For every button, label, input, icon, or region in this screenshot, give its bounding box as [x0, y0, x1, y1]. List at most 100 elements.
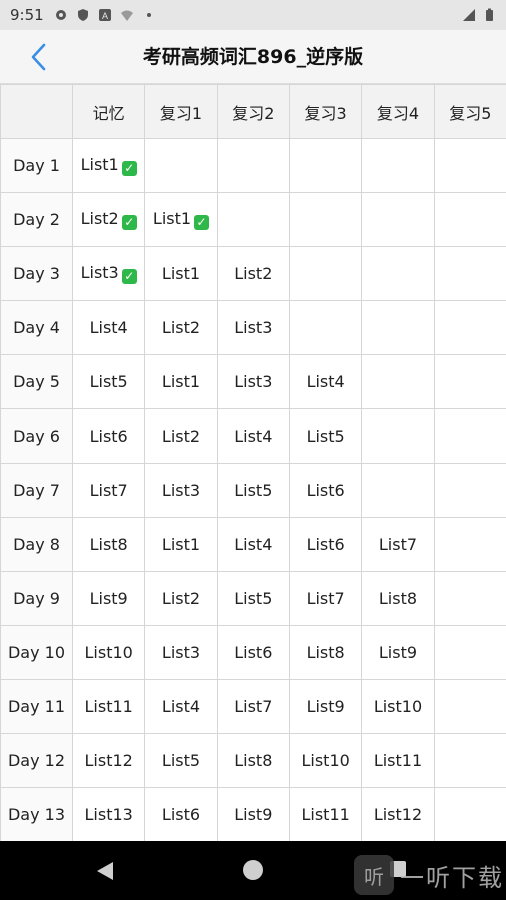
schedule-cell[interactable]: List1 ✓	[144, 192, 218, 248]
schedule-cell[interactable]: List4	[71, 300, 146, 356]
schedule-cell[interactable]: List2	[144, 408, 218, 464]
schedule-cell[interactable]: List6	[288, 516, 363, 572]
schedule-cell	[288, 192, 363, 248]
nav-home-icon[interactable]	[243, 860, 263, 880]
schedule-cell[interactable]: List7	[288, 570, 363, 626]
cell-list-label: List3	[234, 318, 273, 338]
cell-list-label: List4	[234, 426, 273, 446]
cell-list-label: List6	[234, 642, 273, 662]
schedule-cell[interactable]: List7	[71, 462, 146, 518]
schedule-cell[interactable]: List4	[288, 354, 363, 410]
schedule-cell[interactable]: List9	[361, 624, 435, 680]
schedule-cell[interactable]: List8	[361, 570, 435, 626]
schedule-cell	[216, 192, 290, 248]
cell-list-label: List11	[84, 696, 133, 716]
table-row: Day 4 List4 List2 List3	[0, 300, 506, 356]
schedule-cell[interactable]: List10	[288, 733, 363, 789]
day-label: Day 9	[0, 570, 73, 626]
cell-list-label: List4	[234, 534, 273, 554]
schedule-cell[interactable]: List5	[71, 354, 146, 410]
schedule-cell[interactable]: List10	[361, 678, 435, 735]
schedule-cell[interactable]: List1	[144, 246, 218, 302]
review-schedule-table[interactable]: 记忆 复习1 复习2 复习3 复习4 复习5 Day 1 List1 ✓ Day 2L…	[0, 84, 506, 841]
status-time: 9:51	[10, 6, 44, 24]
nav-back-icon[interactable]	[94, 860, 116, 882]
table-row: Day 9 List9 List2 List5 List7 List8	[0, 570, 506, 626]
cell-list-label: List10	[301, 751, 350, 771]
schedule-cell[interactable]: List5	[216, 570, 290, 626]
schedule-cell[interactable]: List6	[216, 624, 290, 680]
status-bar: 9:51 A	[0, 0, 506, 30]
schedule-cell	[144, 137, 218, 194]
schedule-cell	[433, 300, 506, 356]
schedule-cell[interactable]: List12	[71, 733, 146, 789]
cell-list-label: List11	[301, 805, 350, 825]
schedule-cell[interactable]: List12	[361, 787, 435, 841]
schedule-cell[interactable]: List8	[288, 624, 363, 680]
schedule-cell[interactable]: List11	[288, 787, 363, 841]
schedule-cell[interactable]: List5	[216, 462, 290, 518]
day-label: Day 12	[0, 733, 73, 789]
svg-text:A: A	[102, 11, 108, 21]
schedule-cell[interactable]: List7	[361, 516, 435, 572]
page-title: 考研高频词汇896_逆序版	[142, 46, 364, 68]
header-review-5: 复习5	[433, 84, 506, 139]
check-icon: ✓	[121, 161, 137, 177]
back-button[interactable]	[20, 39, 56, 75]
day-label: Day 11	[0, 678, 73, 735]
schedule-cell[interactable]: List3	[144, 624, 218, 680]
cell-list-label: List11	[373, 751, 423, 771]
schedule-cell	[433, 137, 506, 194]
schedule-cell[interactable]: List9	[288, 678, 363, 735]
status-icons-right	[462, 8, 496, 22]
signal-icon	[463, 9, 475, 21]
schedule-cell[interactable]: List11	[361, 733, 435, 789]
schedule-cell[interactable]: List4	[144, 678, 218, 735]
cell-list-label: List6	[161, 805, 201, 825]
schedule-cell	[288, 300, 363, 356]
schedule-cell[interactable]: List6	[144, 787, 218, 841]
day-label: Day 5	[0, 354, 73, 410]
schedule-cell[interactable]: List3 ✓	[71, 246, 146, 302]
schedule-cell[interactable]: List6	[288, 462, 363, 518]
schedule-cell[interactable]: List8	[216, 733, 290, 789]
cell-list-label: List9	[234, 805, 273, 825]
schedule-cell[interactable]: List2	[144, 570, 218, 626]
schedule-cell	[433, 354, 506, 410]
schedule-cell[interactable]: List2 ✓	[71, 192, 146, 248]
cell-list-label: List6	[306, 534, 345, 554]
schedule-cell[interactable]: List3	[216, 300, 290, 356]
cell-list-label: List9	[89, 588, 128, 608]
schedule-cell[interactable]: List1	[144, 354, 218, 410]
cell-list-label: List5	[306, 426, 345, 446]
schedule-cell	[433, 733, 506, 789]
schedule-cell[interactable]: List4	[216, 516, 290, 572]
check-icon: ✓	[194, 215, 210, 231]
schedule-cell[interactable]: List11	[71, 678, 146, 735]
battery-icon	[486, 8, 493, 21]
chevron-left-icon	[31, 43, 46, 71]
schedule-cell[interactable]: List9	[71, 570, 146, 626]
schedule-cell[interactable]: List1	[144, 516, 218, 572]
schedule-cell[interactable]: List6	[71, 408, 146, 464]
schedule-cell[interactable]: List5	[288, 408, 363, 464]
schedule-cell[interactable]: List10	[71, 624, 146, 680]
schedule-cell[interactable]: List13	[71, 787, 146, 841]
schedule-cell[interactable]: List3	[144, 462, 218, 518]
schedule-cell[interactable]: List9	[216, 787, 290, 841]
watermark-text: 一听下载	[400, 863, 504, 892]
schedule-cell[interactable]: List2	[216, 246, 290, 302]
schedule-cell[interactable]: List3	[216, 354, 290, 410]
schedule-cell[interactable]: List4	[216, 408, 290, 464]
schedule-cell[interactable]: List1 ✓	[71, 137, 146, 194]
cell-list-label: List8	[234, 751, 273, 771]
cell-list-label: List2	[161, 426, 201, 446]
day-label: Day 2	[0, 192, 73, 248]
day-label: Day 13	[0, 787, 73, 841]
cell-list-label: List8	[378, 588, 418, 608]
schedule-cell[interactable]: List5	[144, 733, 218, 789]
schedule-cell[interactable]: List7	[216, 678, 290, 735]
schedule-cell[interactable]: List2	[144, 300, 218, 356]
schedule-cell[interactable]: List8	[71, 516, 146, 572]
cell-list-label: List2	[161, 318, 201, 338]
